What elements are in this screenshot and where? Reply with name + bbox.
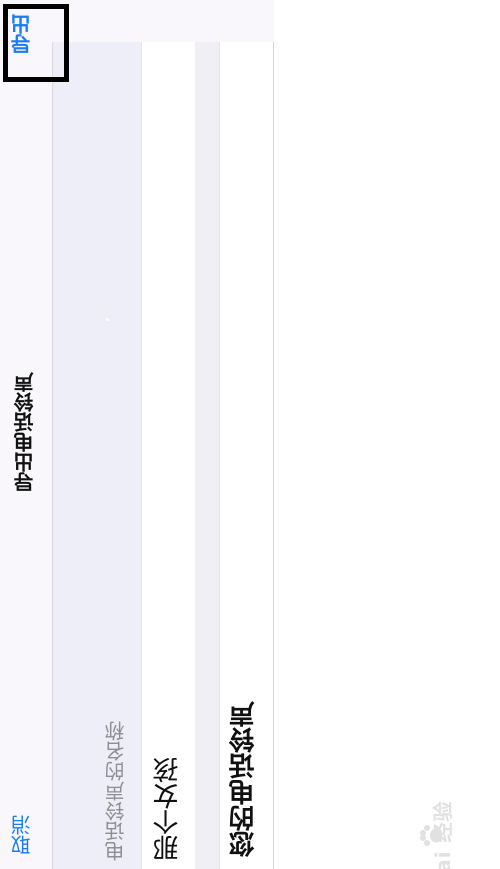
page-title: 导出电话铃声 xyxy=(13,372,37,492)
ringtone-name-cell[interactable] xyxy=(141,42,196,869)
section-gap xyxy=(195,42,219,869)
header-dot xyxy=(106,318,109,321)
ringtone-name-input[interactable]: 那个女孩 xyxy=(153,757,183,861)
screen: 导出 导出电话铃声 取消 电话铃声的名称 那个女孩 您的电话铃声 Bai 经验 xyxy=(0,0,500,869)
ringtone-type-label[interactable]: 您的电话铃声 xyxy=(229,701,259,857)
section-header-label: 电话铃声的名称 xyxy=(104,721,128,861)
cancel-button[interactable]: 取消 xyxy=(10,815,34,855)
baidu-watermark: Bai 经验 xyxy=(417,779,461,869)
export-highlight-box xyxy=(3,4,69,82)
paw-icon xyxy=(420,825,442,846)
